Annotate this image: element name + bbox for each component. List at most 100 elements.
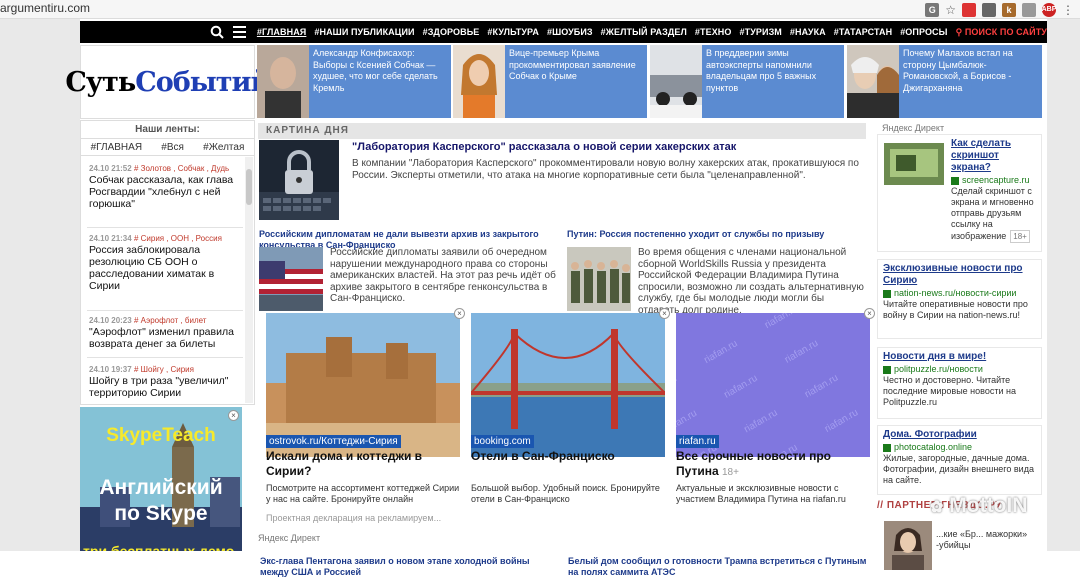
scrollbar-thumb[interactable]	[246, 169, 252, 205]
feed-item[interactable]: 24.10 21:52 # Золотов , Собчак , Дудь Со…	[89, 163, 239, 210]
right-ad[interactable]: Эксклюзивные новости про Сирию nation-ne…	[877, 259, 1042, 339]
nav-link-science[interactable]: #НАУКА	[790, 27, 826, 37]
site-favicon	[883, 365, 891, 374]
nav-link-showbiz[interactable]: #ШОУБИЗ	[547, 27, 593, 37]
news-item[interactable]: Путин: Россия постепенно уходит от служб…	[567, 229, 864, 319]
ad-card[interactable]: riafan.ru riafan.ru riafan.ru riafan.ru …	[676, 313, 870, 518]
feed-title[interactable]: Россия заблокировала резолюцию СБ ООН о …	[89, 244, 239, 292]
news-thumbnail	[847, 45, 899, 118]
right-ad[interactable]: Как сделать скриншот экрана? screencaptu…	[877, 134, 1042, 252]
logo-text-part1: Суть	[65, 66, 136, 98]
feed-item[interactable]: 24.10 21:34 # Сирия , ООН , Россия Росси…	[89, 233, 239, 292]
hamburger-icon[interactable]	[232, 26, 246, 38]
news-thumbnail	[257, 45, 309, 118]
news-title[interactable]: Белый дом сообщил о готовности Трампа вс…	[568, 556, 868, 578]
riafan-watermark: riafan.ru	[722, 373, 759, 401]
yandex-direct-label[interactable]: Яндекс Директ	[882, 123, 944, 133]
ad-title[interactable]: Искали дома и коттеджи в Сирии?	[266, 449, 422, 478]
close-icon[interactable]: ×	[228, 410, 239, 421]
section-title: КАРТИНА ДНЯ	[266, 125, 349, 136]
ad-title[interactable]: Как сделать скриншот экрана?	[951, 138, 1036, 174]
nav-link-polls[interactable]: #ОПРОСЫ	[900, 27, 947, 37]
close-icon[interactable]: ×	[659, 308, 670, 319]
ad-title[interactable]: Отели в Сан-Франциско	[471, 449, 615, 463]
menu-icon[interactable]: ⋮	[1062, 3, 1074, 17]
feed-title[interactable]: Шойгу в три раза "увеличил" территорию С…	[89, 375, 239, 399]
nav-link-health[interactable]: #ЗДОРОВЬЕ	[423, 27, 480, 37]
nav-link-tech[interactable]: #ТЕХНО	[695, 27, 732, 37]
feeds-tab-all[interactable]: #Вся	[161, 142, 184, 153]
main-news-title[interactable]: "Лаборатория Касперского" рассказала о н…	[352, 141, 852, 153]
news-image	[259, 247, 323, 311]
site-logo[interactable]: Суть Событий	[65, 45, 271, 119]
news-item[interactable]: Российским дипломатам не дали вывезти ар…	[259, 229, 556, 319]
feed-title[interactable]: "Аэрофлот" изменил правила возврата дене…	[89, 326, 239, 350]
nav-link-tourism[interactable]: #ТУРИЗМ	[740, 27, 782, 37]
nav-link-culture[interactable]: #КУЛЬТУРА	[487, 27, 539, 37]
top-news-item[interactable]: В преддверии зимы автоэксперты напомнили…	[650, 45, 844, 118]
news-title[interactable]: Экс-глава Пентагона заявил о новом этапе…	[260, 556, 560, 578]
site-favicon	[883, 443, 891, 452]
address-bar[interactable]: argumentiru.com	[0, 1, 90, 15]
adblock-icon[interactable]: ABP	[1042, 2, 1056, 17]
nav-link-yellow[interactable]: #ЖЕЛТЫЙ РАЗДЕЛ	[601, 27, 687, 37]
ad-domain-tag[interactable]: booking.com	[471, 435, 534, 448]
main-news-image[interactable]	[259, 140, 339, 220]
ad-domain-tag[interactable]: riafan.ru	[676, 435, 719, 448]
feed-item[interactable]: 24.10 20:23 # Аэрофлот , билет "Аэрофлот…	[89, 315, 239, 350]
feed-date: 24.10 21:34	[89, 234, 132, 243]
site-search-label: ПОИСК ПО САЙТУ	[964, 26, 1047, 37]
close-icon[interactable]: ×	[454, 308, 465, 319]
age-badge: 18+	[721, 467, 739, 478]
top-news-item[interactable]: Вице-премьер Крыма прокомментировал заяв…	[453, 45, 647, 118]
extension-icon[interactable]	[1022, 2, 1036, 17]
star-icon[interactable]: ☆	[945, 3, 956, 17]
skype-ad-banner[interactable]: SkypeTeach Английский по Skype три беспла…	[80, 407, 242, 551]
nav-link-tatarstan[interactable]: #ТАТАРСТАН	[834, 27, 892, 37]
feed-tags[interactable]: Шойгу , Сирия	[141, 365, 194, 374]
feed-tags[interactable]: Сирия , ООН , Россия	[141, 234, 222, 243]
watermark-text: MottoIN	[949, 494, 1028, 517]
feed-tags[interactable]: Золотов , Собчак , Дудь	[141, 164, 230, 173]
ad-domain[interactable]: politpuzzle.ru/новости	[894, 364, 983, 374]
top-news-item[interactable]: Почему Малахов встал на сторону Цымбалюк…	[847, 45, 1042, 118]
yandex-direct-label[interactable]: Яндекс Директ	[258, 533, 320, 543]
close-icon[interactable]: ×	[864, 308, 875, 319]
top-news-item[interactable]: Александр Конфисахор: Выборы с Ксенией С…	[257, 45, 451, 118]
ad-description: Честно и достоверно. Читайте последние м…	[883, 375, 1016, 407]
news-image	[567, 247, 631, 311]
site-search-link[interactable]: ⚲ ПОИСК ПО САЙТУ	[956, 27, 1047, 38]
feed-item[interactable]: 24.10 19:37 # Шойгу , Сирия Шойгу в три …	[89, 364, 239, 399]
extension-icon[interactable]	[982, 2, 996, 17]
riafan-watermark: riafan.ru	[803, 372, 840, 400]
ad-domain[interactable]: screencapture.ru	[962, 175, 1030, 185]
ad-title[interactable]: Дома. Фотографии	[883, 429, 1036, 441]
feeds-scrollbar[interactable]	[245, 157, 253, 403]
partner-image[interactable]	[884, 521, 932, 570]
partner-text[interactable]: ...кие «Бр... мажорки» -убийцы	[936, 529, 1041, 551]
ad-title[interactable]: Новости дня в мире!	[883, 351, 1036, 363]
news-title[interactable]: Путин: Россия постепенно уходит от служб…	[567, 229, 862, 240]
right-ad[interactable]: Дома. Фотографии photocatalog.online Жил…	[877, 425, 1042, 495]
translate-icon[interactable]: G	[925, 2, 940, 17]
ad-title[interactable]: Эксклюзивные новости про Сирию	[883, 263, 1036, 287]
feed-tags[interactable]: Аэрофлот , билет	[141, 316, 207, 325]
ad-domain-tag[interactable]: ostrovok.ru/Коттеджи-Сирия	[266, 435, 401, 448]
right-ad[interactable]: Новости дня в мире! politpuzzle.ru/новос…	[877, 347, 1042, 419]
ad-domain[interactable]: photocatalog.online	[894, 442, 972, 452]
ad-card[interactable]: ostrovok.ru/Коттеджи-Сирия Искали дома и…	[266, 313, 460, 523]
ad-domain[interactable]: nation-news.ru/новости-сирии	[894, 288, 1016, 298]
search-icon[interactable]	[210, 25, 224, 39]
feed-title[interactable]: Собчак рассказала, как глава Росгвардии …	[89, 174, 239, 210]
feeds-tab-main[interactable]: #ГЛАВНАЯ	[91, 142, 142, 153]
nav-link-main[interactable]: #ГЛАВНАЯ	[257, 27, 306, 37]
nav-link-publications[interactable]: #НАШИ ПУБЛИКАЦИИ	[314, 27, 414, 37]
feeds-tab-yellow[interactable]: #Желтая	[203, 142, 244, 153]
feeds-panel: Наши ленты: #ГЛАВНАЯ #Вся #Желтая 24.10 …	[80, 120, 255, 405]
extension-icon[interactable]: k	[1002, 2, 1016, 17]
riafan-watermark: riafan.ru	[783, 338, 820, 366]
ad-card[interactable]: booking.com Отели в Сан-Франциско Большо…	[471, 313, 665, 518]
main-nav: #ГЛАВНАЯ #НАШИ ПУБЛИКАЦИИ #ЗДОРОВЬЕ #КУЛ…	[80, 21, 1047, 43]
ad-title[interactable]: Все срочные новости про Путина	[676, 449, 831, 478]
extension-icon[interactable]	[962, 2, 976, 17]
